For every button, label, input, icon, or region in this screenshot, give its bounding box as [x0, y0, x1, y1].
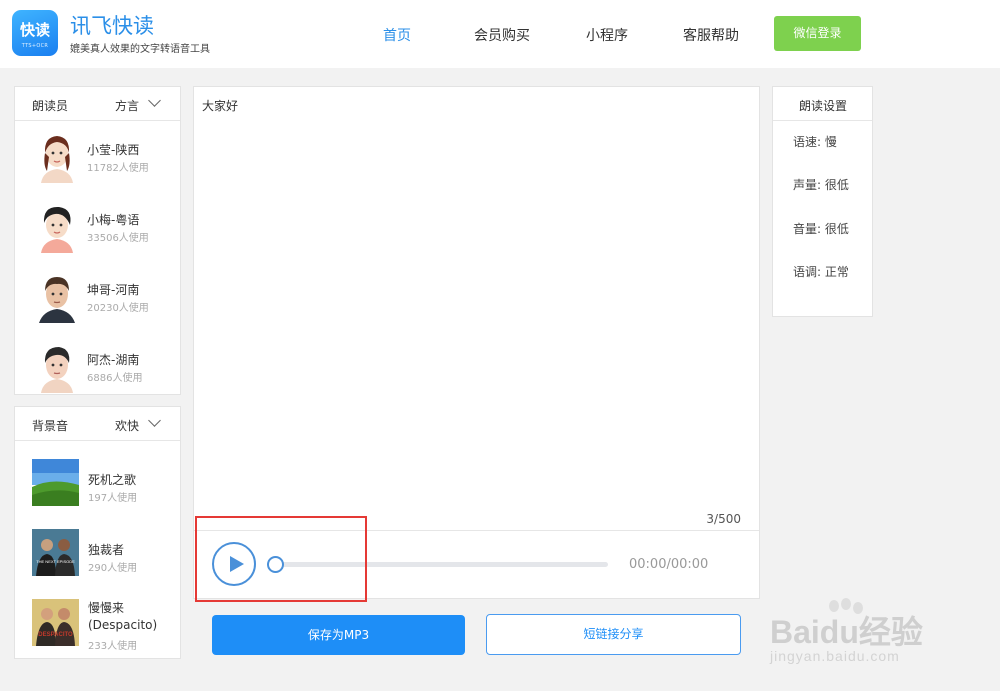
reader-panel-title: 朗读员: [32, 99, 69, 113]
reader-usage: 33506人使用: [87, 233, 149, 244]
bgm-item[interactable]: 死机之歌 197人使用: [15, 459, 181, 519]
reader-name: 小梅-粤语: [87, 213, 140, 227]
mood-dropdown[interactable]: 欢快: [115, 417, 139, 434]
dialect-dropdown[interactable]: 方言: [115, 97, 139, 114]
album-cover-icon: THE NEXT EPISODE: [32, 529, 79, 576]
reader-name: 小莹-陕西: [87, 143, 140, 157]
share-link-button[interactable]: 短链接分享: [486, 614, 741, 655]
nav-miniprogram[interactable]: 小程序: [586, 25, 628, 45]
settings-panel-header: 朗读设置: [773, 87, 872, 121]
reader-panel-header: 朗读员 方言: [15, 87, 180, 121]
nav-home[interactable]: 首页: [383, 25, 411, 45]
tone-setting[interactable]: 语调: 正常: [793, 263, 849, 280]
wechat-login-button[interactable]: 微信登录: [774, 16, 861, 51]
reader-item[interactable]: 小莹-陕西 11782人使用: [15, 131, 181, 191]
reader-usage: 6886人使用: [87, 373, 143, 384]
reader-usage: 20230人使用: [87, 303, 149, 314]
nav-membership[interactable]: 会员购买: [474, 25, 530, 45]
reader-item[interactable]: 小梅-粤语 33506人使用: [15, 201, 181, 261]
bgm-name: 慢慢来 (Despacito): [88, 600, 157, 634]
bgm-panel: 背景音 欢快 死机之歌 197人使用 THE NEXT EPISODE 独裁者 …: [14, 406, 181, 659]
volume-setting[interactable]: 声量: 很低: [793, 176, 849, 193]
reader-item[interactable]: 阿杰-湖南 6886人使用: [15, 341, 181, 401]
reader-item[interactable]: 坤哥-河南 20230人使用: [15, 271, 181, 331]
chevron-down-icon[interactable]: [148, 414, 161, 427]
highlight-annotation-box: [195, 516, 367, 602]
female-avatar-icon: [41, 136, 73, 183]
album-cover-icon: DESPACITO: [32, 599, 79, 646]
bgm-usage: 197人使用: [88, 493, 138, 504]
bgm-usage: 290人使用: [88, 563, 138, 574]
logo-subtext: TTS+OCR: [21, 43, 49, 49]
watermark-brand: Baidu经验: [770, 614, 923, 650]
nav-help[interactable]: 客服帮助: [683, 25, 739, 45]
bgm-usage: 233人使用: [88, 641, 138, 652]
text-input-area[interactable]: 大家好: [202, 97, 238, 114]
reader-name: 阿杰-湖南: [87, 353, 140, 367]
bgm-name: 独裁者: [88, 543, 125, 557]
app-logo[interactable]: 快读 TTS+OCR: [12, 10, 58, 56]
watermark-url: jingyan.baidu.com: [770, 648, 900, 664]
top-header: 快读 TTS+OCR 讯飞快读 媲美真人效果的文字转语音工具 首页 会员购买 小…: [0, 0, 1000, 68]
sound-level-setting[interactable]: 音量: 很低: [793, 220, 849, 237]
cover-title: THE NEXT EPISODE: [36, 559, 75, 564]
reader-panel: 朗读员 方言 小莹-陕西 11782人使用 小梅-粤语 33506人使用 坤哥-…: [14, 86, 181, 395]
cover-title: DESPACITO: [38, 632, 73, 638]
speed-setting[interactable]: 语速: 慢: [793, 133, 837, 150]
brand-name: 讯飞快读: [70, 14, 154, 38]
logo-text: 快读: [19, 21, 50, 39]
settings-panel-title: 朗读设置: [799, 99, 848, 113]
save-mp3-button[interactable]: 保存为MP3: [212, 615, 465, 655]
bgm-name-line1: 慢慢来: [88, 601, 125, 615]
bgm-item[interactable]: DESPACITO 慢慢来 (Despacito) 233人使用: [15, 599, 181, 659]
female-avatar-icon: [41, 206, 73, 253]
brand-slogan: 媲美真人效果的文字转语音工具: [70, 44, 210, 55]
male-avatar-icon: [41, 347, 73, 393]
male-avatar-icon: [39, 277, 75, 323]
bgm-panel-header: 背景音 欢快: [15, 407, 180, 441]
reader-usage: 11782人使用: [87, 163, 149, 174]
landscape-cover-icon: [32, 459, 79, 506]
settings-panel: 朗读设置 语速: 慢 声量: 很低 音量: 很低 语调: 正常: [772, 86, 873, 317]
char-counter: 3/500: [706, 512, 741, 526]
chevron-down-icon[interactable]: [148, 94, 161, 107]
bgm-name-line2: (Despacito): [88, 618, 158, 632]
bgm-item[interactable]: THE NEXT EPISODE 独裁者 290人使用: [15, 529, 181, 589]
bgm-name: 死机之歌: [88, 473, 137, 487]
playback-time: 00:00/00:00: [629, 557, 709, 572]
bgm-panel-title: 背景音: [32, 419, 69, 433]
reader-name: 坤哥-河南: [87, 283, 140, 297]
